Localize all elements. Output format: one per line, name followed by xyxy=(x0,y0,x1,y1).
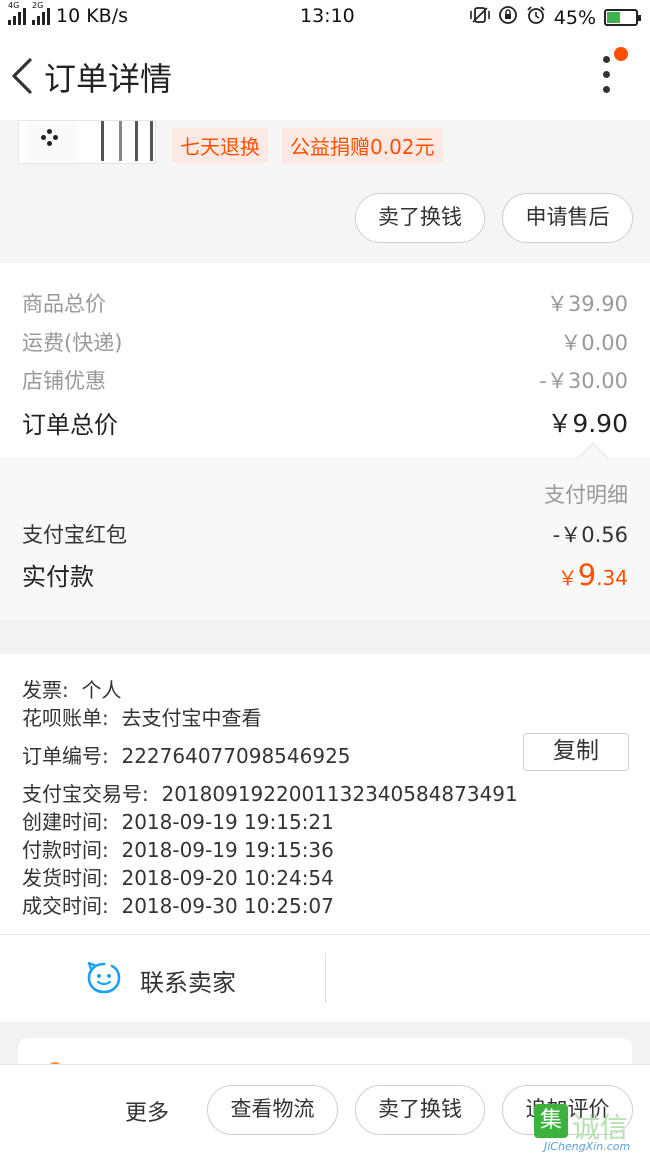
order-number: 222764077098546925 xyxy=(121,744,351,768)
status-bar: 4G 2G 10 KB/s 13:10 45% xyxy=(0,0,650,34)
contact-seller-button[interactable]: 联系卖家 xyxy=(0,935,325,1023)
chevron-left-icon xyxy=(12,58,32,94)
product-section: 七天退换 公益捐赠0.02元 卖了换钱 申请售后 xyxy=(0,120,650,263)
price-row: 店铺优惠 -￥30.00 xyxy=(22,369,628,393)
payment-detail-link[interactable]: 支付明细 xyxy=(544,479,628,509)
contact-section: 联系卖家 xyxy=(0,934,650,1022)
battery-icon xyxy=(604,9,641,26)
price-summary: 商品总价 ￥39.90 运费(快递) ￥0.00 店铺优惠 -￥30.00 订单… xyxy=(0,263,650,458)
redpacket-row: 支付宝红包 -￥0.56 xyxy=(22,523,628,547)
rotation-lock-icon xyxy=(498,5,518,30)
clock: 13:10 xyxy=(300,5,355,27)
copy-button[interactable]: 复制 xyxy=(523,733,629,771)
more-actions-button[interactable]: 更多 xyxy=(125,1095,169,1127)
order-number-line: 订单编号: 222764077098546925 xyxy=(22,744,351,768)
huabei-link[interactable]: 去支付宝中查看 xyxy=(121,706,261,730)
completed-time-line: 成交时间: 2018-09-30 10:25:07 xyxy=(22,894,334,918)
page-title: 订单详情 xyxy=(44,60,173,98)
battery-percent: 45% xyxy=(553,6,596,29)
charity-badge: 公益捐赠0.02元 xyxy=(282,128,443,163)
paid-amount: ￥9.34 xyxy=(557,557,628,592)
huabei-line: 花呗账单: 去支付宝中查看 xyxy=(22,706,262,730)
paid-row: 实付款 ￥9.34 xyxy=(22,557,628,592)
back-button[interactable] xyxy=(8,56,38,96)
price-row: 运费(快递) ￥0.00 xyxy=(22,331,628,355)
alipay-no-line: 支付宝交易号: 2018091922001132340584873491 xyxy=(22,782,518,806)
return-policy-badge: 七天退换 xyxy=(172,128,268,163)
shipped-time-line: 发货时间: 2018-09-20 10:24:54 xyxy=(22,866,334,890)
watermark-logo: 集 xyxy=(534,1104,568,1138)
site-watermark: 集 诚信 JiChengXin.com xyxy=(530,1102,650,1155)
alarm-icon xyxy=(526,5,546,30)
network-speed: 10 KB/s xyxy=(56,5,129,27)
order-total-row: 订单总价 ￥9.90 xyxy=(22,409,628,439)
view-logistics-button[interactable]: 查看物流 xyxy=(207,1085,338,1135)
paid-time-line: 付款时间: 2018-09-19 19:15:36 xyxy=(22,838,334,862)
wangwang-chat-icon xyxy=(87,961,121,994)
resell-bottom-button[interactable]: 卖了换钱 xyxy=(355,1085,485,1135)
created-time-line: 创建时间: 2018-09-19 19:15:21 xyxy=(22,810,334,834)
notification-dot xyxy=(614,47,628,61)
signal-icon: 4G xyxy=(8,1,26,25)
invoice-line: 发票: 个人 xyxy=(22,678,122,702)
signal-icon: 2G xyxy=(32,1,50,25)
product-thumbnail[interactable] xyxy=(18,120,156,164)
payment-detail: 支付明细 支付宝红包 -￥0.56 实付款 ￥9.34 xyxy=(0,442,650,620)
resell-button[interactable]: 卖了换钱 xyxy=(355,193,485,243)
price-row: 商品总价 ￥39.90 xyxy=(22,292,628,316)
order-info: 发票: 个人 花呗账单: 去支付宝中查看 订单编号: 2227640770985… xyxy=(0,654,650,934)
vibrate-icon xyxy=(469,6,490,29)
divider xyxy=(325,953,326,1003)
more-menu-button[interactable] xyxy=(596,56,616,100)
after-sales-button[interactable]: 申请售后 xyxy=(502,193,633,243)
nav-header: 订单详情 xyxy=(0,34,650,120)
